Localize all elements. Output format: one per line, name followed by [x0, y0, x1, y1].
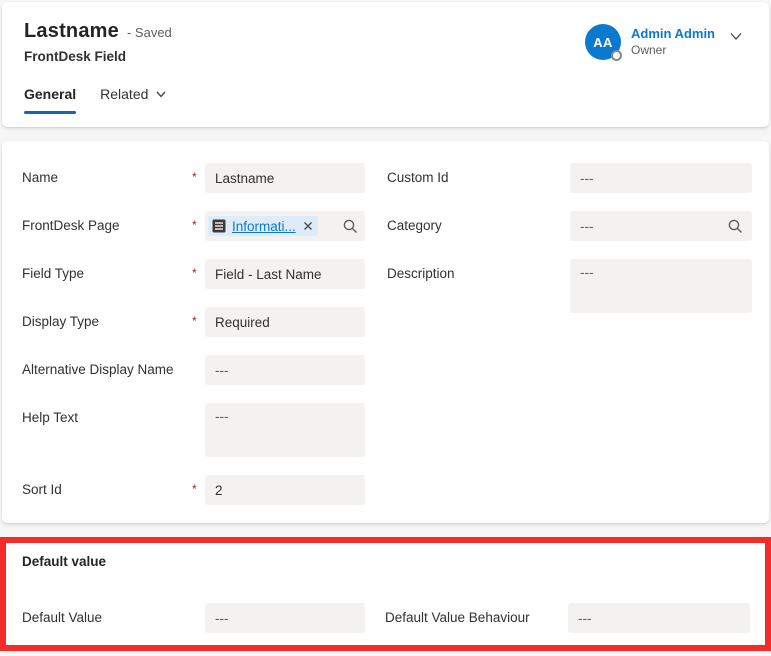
field-row-custom-id: Custom Id ---: [387, 163, 753, 193]
field-label: Category: [387, 211, 570, 234]
field-label: Sort Id: [22, 475, 192, 498]
page-title: Lastname: [24, 20, 119, 43]
avatar-initials: AA: [593, 35, 612, 50]
description-input[interactable]: ---: [570, 259, 752, 313]
general-form-card: Name * Lastname FrontDesk Page * Informa…: [2, 141, 769, 523]
field-row-field-type: Field Type * Field - Last Name: [22, 259, 367, 289]
field-label: Display Type: [22, 307, 192, 330]
field-value: Field - Last Name: [215, 267, 322, 282]
presence-badge-icon: [611, 50, 622, 61]
form-column-right: Custom Id --- Category --- Description -…: [387, 163, 753, 313]
field-value: ---: [215, 409, 229, 424]
user-name[interactable]: Admin Admin: [631, 25, 715, 42]
required-asterisk: *: [192, 163, 205, 184]
close-icon: [301, 219, 315, 233]
remove-record-button[interactable]: [301, 219, 315, 233]
frontdesk-page-lookup[interactable]: Informati...: [205, 211, 365, 241]
chevron-down-icon: [155, 88, 167, 100]
field-row-default-value: Default Value ---: [22, 603, 365, 633]
user-role: Owner: [631, 42, 715, 58]
field-row-default-value-behaviour: Default Value Behaviour ---: [385, 603, 750, 633]
field-row-display-type: Display Type * Required: [22, 307, 367, 337]
field-value: ---: [215, 363, 229, 378]
field-label: Name: [22, 163, 192, 186]
header-expand-button[interactable]: [727, 27, 745, 45]
field-label: Default Value Behaviour: [385, 603, 568, 633]
user-text: Admin Admin Owner: [631, 24, 715, 58]
tab-related-label: Related: [100, 86, 148, 102]
field-value: ---: [215, 611, 229, 626]
field-value: Lastname: [215, 171, 274, 186]
field-row-name: Name * Lastname: [22, 163, 367, 193]
field-row-category: Category ---: [387, 211, 753, 241]
field-label: Default Value: [22, 603, 205, 633]
display-type-input[interactable]: Required: [205, 307, 365, 337]
tab-related[interactable]: Related: [100, 86, 167, 114]
help-text-input[interactable]: ---: [205, 403, 365, 457]
tab-bar: General Related: [24, 86, 167, 114]
field-row-sort-id: Sort Id * 2: [22, 475, 367, 505]
alternative-display-name-input[interactable]: ---: [205, 355, 365, 385]
chevron-down-icon: [727, 27, 745, 45]
default-value-input[interactable]: ---: [205, 603, 365, 633]
required-asterisk: *: [192, 475, 205, 496]
record-header-card: Lastname - Saved FrontDesk Field General…: [2, 2, 769, 127]
record-table-icon: [211, 218, 227, 234]
required-spacer: [192, 403, 205, 410]
avatar[interactable]: AA: [585, 24, 621, 60]
custom-id-input[interactable]: ---: [570, 163, 752, 193]
default-value-row: Default Value --- Default Value Behaviou…: [22, 603, 750, 633]
tab-general-label: General: [24, 86, 76, 102]
default-value-section annotation-highlight: Default value Default Value --- Default …: [0, 537, 771, 651]
field-value: ---: [580, 171, 594, 186]
required-spacer: [192, 355, 205, 362]
field-row-alternative-display-name: Alternative Display Name ---: [22, 355, 367, 385]
search-icon[interactable]: [342, 218, 359, 235]
name-input[interactable]: Lastname: [205, 163, 365, 193]
field-label: Description: [387, 259, 570, 282]
field-label: Custom Id: [387, 163, 570, 186]
field-row-help-text: Help Text ---: [22, 403, 367, 457]
page: { "header": { "title": "Lastname", "save…: [0, 0, 771, 656]
field-label: Alternative Display Name: [22, 355, 192, 378]
title-row: Lastname - Saved: [24, 20, 172, 43]
lookup-selected-pill: Informati...: [208, 216, 318, 236]
required-asterisk: *: [192, 211, 205, 232]
required-asterisk: *: [192, 307, 205, 328]
field-value: ---: [580, 219, 594, 234]
form-column-left: Name * Lastname FrontDesk Page * Informa…: [22, 163, 367, 505]
field-value: Required: [215, 315, 270, 330]
entity-label: FrontDesk Field: [24, 49, 126, 64]
required-asterisk: *: [192, 259, 205, 280]
field-label: FrontDesk Page: [22, 211, 192, 234]
tab-general[interactable]: General: [24, 86, 76, 114]
category-lookup[interactable]: ---: [570, 211, 752, 241]
field-row-description: Description ---: [387, 259, 753, 313]
field-row-frontdesk-page: FrontDesk Page * Informati...: [22, 211, 367, 241]
field-type-input[interactable]: Field - Last Name: [205, 259, 365, 289]
default-value-behaviour-input[interactable]: ---: [568, 603, 750, 633]
save-status: - Saved: [127, 25, 172, 40]
field-label: Help Text: [22, 403, 192, 426]
lookup-record-link[interactable]: Informati...: [232, 219, 296, 234]
sort-id-input[interactable]: 2: [205, 475, 365, 505]
field-label: Field Type: [22, 259, 192, 282]
owner-user-area[interactable]: AA Admin Admin Owner: [585, 24, 715, 60]
field-value: ---: [580, 265, 594, 280]
field-value: 2: [215, 483, 223, 498]
section-heading: Default value: [22, 554, 106, 569]
field-value: ---: [578, 611, 592, 626]
search-icon[interactable]: [727, 218, 744, 235]
